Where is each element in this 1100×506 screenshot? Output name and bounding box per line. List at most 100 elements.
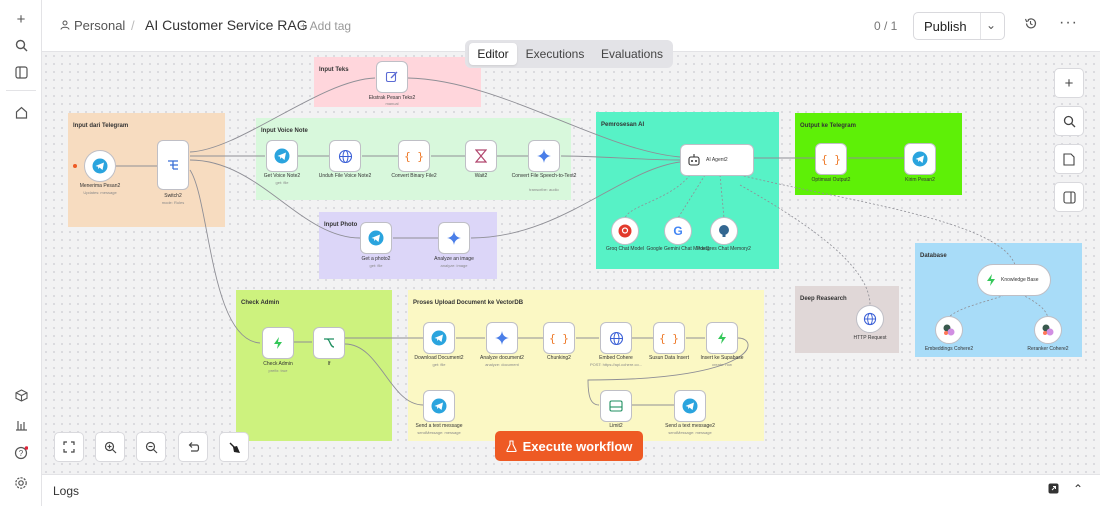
limit-node[interactable] <box>600 390 632 422</box>
panel-icon[interactable] <box>8 59 34 85</box>
google-icon: G <box>673 224 683 238</box>
download-node[interactable] <box>423 322 455 354</box>
check-admin-node[interactable] <box>262 327 294 359</box>
chunking-node[interactable]: { } <box>543 322 575 354</box>
ekstrak-node[interactable] <box>376 61 408 93</box>
cube-icon[interactable] <box>8 382 34 408</box>
http-node[interactable] <box>856 305 884 333</box>
popout-icon[interactable] <box>1048 483 1059 497</box>
postgres-node[interactable] <box>710 217 738 245</box>
broom-icon <box>229 442 240 453</box>
sticky-note-button[interactable] <box>1054 144 1084 174</box>
sticky-input-photo[interactable]: Input Photo <box>319 212 497 279</box>
reranker-node[interactable] <box>1034 316 1062 344</box>
node-subtitle: manual <box>385 101 399 106</box>
search-nodes-button[interactable] <box>1054 106 1084 136</box>
code-icon: { } <box>659 331 679 345</box>
node-label: If <box>327 361 331 367</box>
sticky-title: Database <box>920 253 947 259</box>
node-label: Convert File Speech-to-Text2 <box>511 173 577 179</box>
publish-button[interactable]: Publish ⌄ <box>913 12 1005 40</box>
sticky-title: Input Photo <box>324 222 358 228</box>
tab-evaluations[interactable]: Evaluations <box>593 43 671 65</box>
hourglass-icon <box>475 149 487 163</box>
sticky-title: Input Voice Note <box>261 128 308 134</box>
convert-binary-node[interactable]: { } <box>398 140 430 172</box>
chevron-up-icon[interactable]: ⌃ <box>1073 482 1083 496</box>
send-text-node[interactable] <box>423 390 455 422</box>
view-tabs: Editor Executions Evaluations <box>465 40 673 68</box>
sticky-title: Input Teks <box>319 67 349 73</box>
wait-node[interactable] <box>465 140 497 172</box>
node-subtitle: sendMessage: message <box>417 430 461 435</box>
embed-node[interactable] <box>600 322 632 354</box>
tidy-up-button[interactable] <box>219 432 249 462</box>
gear-icon[interactable] <box>8 470 34 496</box>
history-icon[interactable] <box>1024 17 1037 33</box>
optimasi-node[interactable]: { } <box>815 143 847 175</box>
node-label: Menerima Pesan2 <box>79 183 121 189</box>
analyze-doc-node[interactable] <box>486 322 518 354</box>
breadcrumb-separator: / <box>131 18 135 33</box>
node-subtitle: mode: Rules <box>161 200 185 205</box>
search-icon[interactable] <box>8 32 34 58</box>
more-options-icon[interactable]: ··· <box>1059 14 1078 32</box>
tab-executions[interactable]: Executions <box>520 43 590 65</box>
home-icon[interactable] <box>8 99 34 125</box>
kirim-node[interactable] <box>904 143 936 175</box>
publish-divider <box>980 13 981 39</box>
fit-view-button[interactable] <box>54 432 84 462</box>
menerima-node[interactable] <box>84 150 116 182</box>
analyze-image-node[interactable] <box>438 222 470 254</box>
telegram-icon <box>912 151 928 167</box>
if-node[interactable] <box>313 327 345 359</box>
panel-icon <box>1062 190 1076 204</box>
node-label: Limit2 <box>609 423 623 429</box>
panel-toggle-button[interactable] <box>1054 182 1084 212</box>
add-node-button[interactable]: + <box>1054 68 1084 98</box>
groq-icon <box>618 224 632 238</box>
workflow-title[interactable]: AI Customer Service RAG <box>145 17 308 33</box>
logs-panel[interactable]: Logs ⌃ <box>42 474 1100 506</box>
undo-button[interactable] <box>178 432 208 462</box>
get-photo-node[interactable] <box>360 222 392 254</box>
node-label: Send a text message <box>415 423 463 429</box>
edit-icon <box>385 71 398 83</box>
code-icon: { } <box>549 331 569 345</box>
convert-speech-node[interactable] <box>528 140 560 172</box>
tab-editor[interactable]: Editor <box>469 43 517 65</box>
unduh-node[interactable] <box>329 140 361 172</box>
insert-node[interactable] <box>706 322 738 354</box>
embeddings-node[interactable] <box>935 316 963 344</box>
left-sidebar: + ? <box>0 0 42 506</box>
breadcrumb-project[interactable]: Personal <box>74 18 125 33</box>
ai-agent-node[interactable]: AI Agent2 <box>680 144 754 176</box>
gemini-node[interactable]: G <box>664 217 692 245</box>
chevron-down-icon[interactable]: ⌄ <box>986 18 996 32</box>
get-voice-node[interactable] <box>266 140 298 172</box>
zoom-in-button[interactable] <box>95 432 125 462</box>
postgres-icon <box>719 225 729 237</box>
cohere-icon <box>943 324 955 336</box>
switch-node[interactable] <box>157 140 189 190</box>
telegram-icon <box>431 330 447 346</box>
help-icon[interactable]: ? <box>8 440 34 466</box>
node-label: Kirim Pesan2 <box>905 177 935 183</box>
zoom-out-icon <box>145 441 157 453</box>
add-tag-button[interactable]: + Add tag <box>300 19 351 33</box>
send-text2-node[interactable] <box>674 390 706 422</box>
chart-icon[interactable] <box>8 411 34 437</box>
bolt-icon <box>718 332 726 344</box>
code-icon: { } <box>821 152 841 166</box>
knowledge-node[interactable]: Knowledge Base <box>977 264 1051 296</box>
plus-icon[interactable]: + <box>8 6 34 32</box>
gemini-icon <box>537 149 551 163</box>
telegram-icon <box>682 398 698 414</box>
execute-workflow-button[interactable]: Execute workflow <box>495 431 643 461</box>
flask-icon <box>505 440 517 452</box>
zoom-out-button[interactable] <box>136 432 166 462</box>
groq-node[interactable] <box>611 217 639 245</box>
sticky-title: Deep Reasearch <box>800 296 847 302</box>
node-subtitle: Updates: message <box>83 190 117 195</box>
susun-node[interactable]: { } <box>653 322 685 354</box>
